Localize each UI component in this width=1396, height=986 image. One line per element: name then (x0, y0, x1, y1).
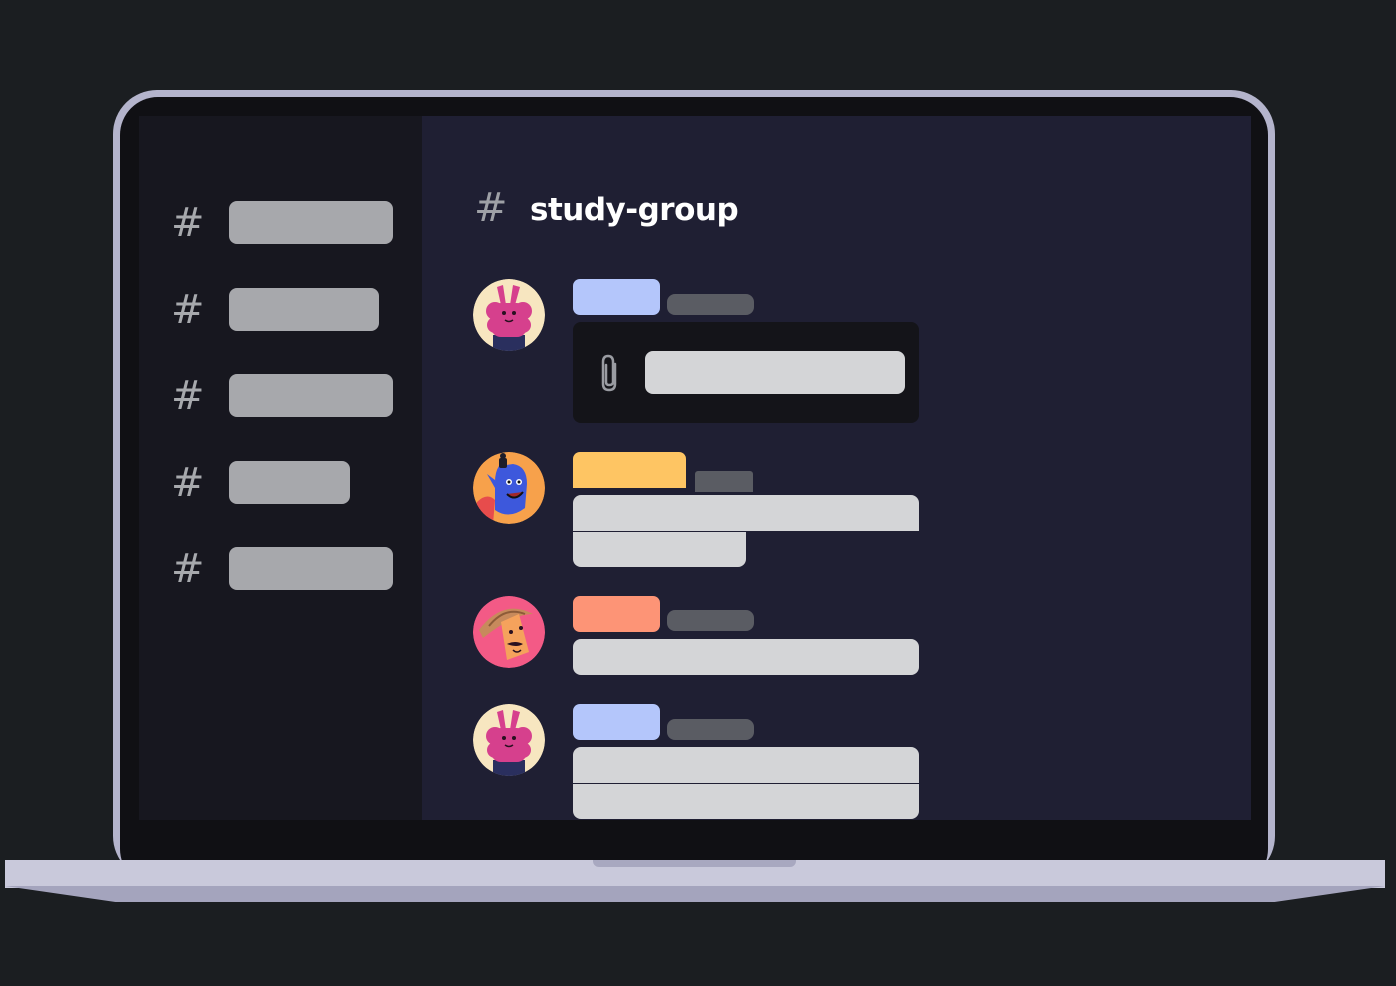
channel-name-placeholder (229, 547, 393, 590)
author-name-placeholder[interactable] (573, 279, 660, 315)
channel-name-placeholder (229, 461, 350, 504)
channel-title: study-group (530, 192, 739, 228)
channel-sidebar: # # # # # (139, 116, 422, 820)
blue-genie-avatar-icon[interactable] (473, 452, 545, 524)
sidebar-channel-3[interactable]: # (171, 374, 401, 418)
hash-icon: # (171, 460, 205, 506)
channel-hash-icon: # (474, 185, 508, 231)
message-line-placeholder (573, 495, 919, 531)
pink-bunny-avatar-icon[interactable] (473, 279, 545, 351)
timestamp-placeholder (667, 610, 754, 631)
timestamp-placeholder (667, 294, 754, 315)
author-name-placeholder[interactable] (573, 452, 686, 488)
file-name-placeholder (645, 351, 905, 394)
channel-name-placeholder (229, 288, 379, 331)
author-name-placeholder[interactable] (573, 704, 660, 740)
sidebar-channel-1[interactable]: # (171, 201, 401, 245)
author-name-placeholder[interactable] (573, 596, 660, 632)
file-attachment[interactable] (573, 322, 919, 423)
hat-character-avatar-icon[interactable] (473, 596, 545, 668)
hash-icon: # (171, 546, 205, 592)
channel-name-placeholder (229, 201, 393, 244)
app-screen: # # # # # # study-group (139, 116, 1251, 820)
hash-icon: # (171, 287, 205, 333)
hash-icon: # (171, 373, 205, 419)
sidebar-channel-2[interactable]: # (171, 288, 401, 332)
laptop-notch (593, 860, 796, 867)
sidebar-channel-5[interactable]: # (171, 547, 401, 591)
message-line-placeholder (573, 532, 746, 567)
channel-name-placeholder (229, 374, 393, 417)
sidebar-channel-4[interactable]: # (171, 461, 401, 505)
hash-icon: # (171, 200, 205, 246)
chat-area: # study-group (422, 116, 1251, 820)
timestamp-placeholder (667, 719, 754, 740)
message-line-placeholder (573, 784, 919, 819)
message-line-placeholder (573, 639, 919, 675)
pink-bunny-avatar-icon[interactable] (473, 704, 545, 776)
paperclip-icon (601, 354, 617, 392)
timestamp-placeholder (695, 471, 753, 492)
laptop-base-edge (5, 886, 1385, 902)
message-line-placeholder (573, 747, 919, 783)
